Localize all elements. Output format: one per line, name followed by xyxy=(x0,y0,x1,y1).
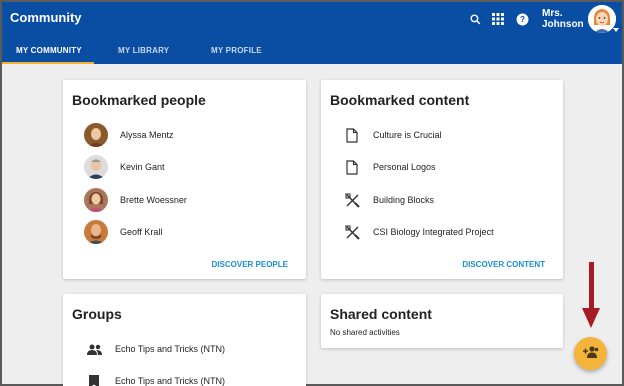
tools-icon xyxy=(344,192,360,208)
avatar xyxy=(84,188,108,212)
user-name[interactable]: Mrs. Johnson xyxy=(542,8,586,30)
app-header: Community ? Mrs. Johnson MY COMMUNITY MY… xyxy=(2,2,622,64)
list-item[interactable]: Building Blocks xyxy=(321,187,563,213)
content-title: Personal Logos xyxy=(373,162,436,172)
active-tab-indicator xyxy=(2,62,94,64)
content-title: CSI Biology Integrated Project xyxy=(373,227,494,237)
bookmark-icon xyxy=(86,373,102,386)
groups-card: Groups Echo Tips and Tricks (NTN) Echo T… xyxy=(63,294,306,386)
help-icon[interactable]: ? xyxy=(514,11,530,27)
avatar xyxy=(84,220,108,244)
apps-grid-icon[interactable] xyxy=(490,11,506,27)
annotation-arrow-shaft xyxy=(589,262,594,312)
tab-my-community[interactable]: MY COMMUNITY xyxy=(16,46,82,55)
group-name: Echo Tips and Tricks (NTN) xyxy=(115,344,226,354)
person-name: Kevin Gant xyxy=(120,162,165,172)
content-title: Culture is Crucial xyxy=(373,130,442,140)
document-icon xyxy=(344,159,360,175)
svg-text:?: ? xyxy=(520,15,525,24)
people-icon xyxy=(86,341,102,357)
discover-people-link[interactable]: DISCOVER PEOPLE xyxy=(212,260,288,269)
group-name: Echo Tips and Tricks (NTN) xyxy=(115,376,226,386)
discover-content-link[interactable]: DISCOVER CONTENT xyxy=(462,260,545,269)
document-icon xyxy=(344,127,360,143)
app-title: Community xyxy=(10,10,82,25)
person-name: Brette Woessner xyxy=(120,195,187,205)
tab-my-profile[interactable]: MY PROFILE xyxy=(211,46,262,55)
tab-bar: MY COMMUNITY MY LIBRARY MY PROFILE xyxy=(2,38,622,64)
person-name: Geoff Krall xyxy=(120,227,163,237)
list-item[interactable]: Echo Tips and Tricks (NTN) xyxy=(63,336,306,362)
card-title: Shared content xyxy=(330,306,432,322)
card-title: Groups xyxy=(72,306,122,322)
tools-icon xyxy=(344,224,360,240)
user-name-line1: Mrs. xyxy=(542,8,563,19)
empty-state-text: No shared activities xyxy=(330,328,400,337)
list-item[interactable]: Brette Woessner xyxy=(63,187,306,213)
bookmarked-content-card: Bookmarked content Culture is Crucial Pe… xyxy=(321,80,563,279)
bookmarked-people-card: Bookmarked people Alyssa Mentz Kevin Gan… xyxy=(63,80,306,279)
list-item[interactable]: Echo Tips and Tricks (NTN) xyxy=(63,368,306,386)
shared-content-card: Shared content No shared activities xyxy=(321,294,563,348)
person-name: Alyssa Mentz xyxy=(120,130,174,140)
user-menu-caret-icon[interactable] xyxy=(613,28,619,32)
card-title: Bookmarked content xyxy=(330,92,470,108)
avatar xyxy=(84,123,108,147)
list-item[interactable]: Alyssa Mentz xyxy=(63,122,306,148)
add-person-fab[interactable] xyxy=(574,337,607,370)
annotation-arrow-head-icon xyxy=(582,308,600,328)
content-title: Building Blocks xyxy=(373,195,435,205)
list-item[interactable]: Kevin Gant xyxy=(63,154,306,180)
card-title: Bookmarked people xyxy=(72,92,206,108)
search-icon[interactable] xyxy=(467,11,483,27)
user-avatar[interactable] xyxy=(588,5,616,33)
avatar xyxy=(84,155,108,179)
user-name-line2: Johnson xyxy=(542,19,584,30)
list-item[interactable]: CSI Biology Integrated Project xyxy=(321,219,563,245)
list-item[interactable]: Culture is Crucial xyxy=(321,122,563,148)
list-item[interactable]: Personal Logos xyxy=(321,154,563,180)
add-person-icon xyxy=(582,345,599,363)
list-item[interactable]: Geoff Krall xyxy=(63,219,306,245)
tab-my-library[interactable]: MY LIBRARY xyxy=(118,46,169,55)
